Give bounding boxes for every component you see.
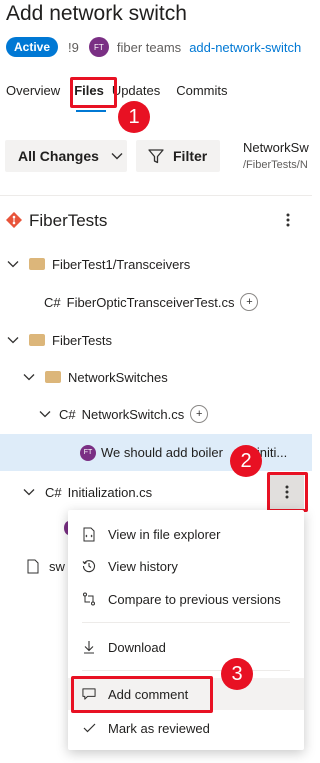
csharp-file-icon: C# (59, 406, 76, 422)
csharp-file-icon: C# (45, 484, 62, 500)
chevron-down-icon (7, 336, 19, 344)
callout-3: 3 (221, 658, 253, 690)
pr-meta: Active !9 FT fiber teams add-network-swi… (6, 36, 301, 58)
filter-label: Filter (173, 148, 208, 164)
menu-item-label: Download (108, 639, 166, 655)
checkmark-icon (82, 721, 96, 735)
highlight-box-files (70, 77, 117, 108)
chevron-down-icon (23, 373, 35, 381)
author-name[interactable]: fiber teams (117, 40, 181, 55)
chevron-down-icon (23, 488, 35, 496)
highlight-box-more-options (267, 472, 308, 512)
chevron-down-icon (39, 410, 51, 418)
add-comment-plus-icon[interactable]: + (240, 293, 259, 311)
chevron-down-icon (7, 260, 19, 268)
menu-item-compare-versions[interactable]: Compare to previous versions (68, 583, 304, 615)
menu-item-download[interactable]: Download (68, 631, 304, 663)
highlight-box-add-comment (71, 676, 213, 713)
menu-item-view-in-file-explorer[interactable]: View in file explorer (68, 518, 304, 550)
folder-icon (45, 371, 61, 383)
folder-label: NetworkSwitches (68, 369, 168, 385)
tree-file-networkswitch[interactable]: C# NetworkSwitch.cs + (0, 398, 312, 430)
comment-preview: We should add boiler (101, 445, 223, 460)
avatar: FT (80, 444, 96, 461)
file-path-title: NetworkSw (243, 140, 309, 155)
context-menu: View in file explorer View history Compa… (68, 510, 304, 750)
add-comment-plus-icon[interactable]: + (190, 405, 209, 423)
menu-item-label: View history (108, 558, 178, 574)
file-label: FiberOpticTransceiverTest.cs (66, 294, 235, 310)
tab-overview[interactable]: Overview (0, 84, 60, 108)
tree-file-partial[interactable]: sw (0, 550, 70, 582)
callout-1: 1 (118, 101, 150, 133)
compare-icon (82, 592, 96, 606)
repo-more-options-icon[interactable] (286, 212, 290, 228)
history-icon (82, 559, 96, 573)
divider (0, 195, 312, 196)
source-branch-link[interactable]: add-network-switch (189, 40, 301, 55)
tree-file-transceiver-test[interactable]: C# FiberOpticTransceiverTest.cs + (0, 286, 312, 318)
pr-number: !9 (68, 39, 79, 55)
tree-folder-networkswitches[interactable]: NetworkSwitches (0, 361, 312, 393)
avatar: FT (88, 37, 109, 57)
page-title: Add network switch (6, 2, 187, 25)
csharp-file-icon: C# (44, 294, 61, 310)
tree-comment-thread[interactable]: FT We should add boiler initi... (0, 434, 312, 471)
download-icon (82, 640, 96, 654)
menu-item-label: Compare to previous versions (108, 591, 281, 607)
filter-button[interactable]: Filter (136, 140, 220, 172)
status-badge: Active (6, 37, 59, 57)
git-repo-icon (6, 212, 22, 228)
tab-commits[interactable]: Commits (170, 84, 227, 108)
filter-icon (148, 148, 164, 164)
tree-folder-transceivers[interactable]: FiberTest1/Transceivers (0, 248, 312, 280)
menu-item-label: Mark as reviewed (108, 720, 210, 736)
folder-icon (29, 258, 45, 270)
file-label: NetworkSwitch.cs (81, 406, 185, 422)
file-explorer-icon (82, 527, 96, 541)
menu-item-mark-reviewed[interactable]: Mark as reviewed (68, 712, 304, 744)
all-changes-label: All Changes (18, 148, 99, 164)
menu-item-label: View in file explorer (108, 526, 221, 542)
folder-icon (29, 334, 45, 346)
menu-divider (82, 670, 290, 671)
tree-file-initialization[interactable]: C# Initialization.cs (0, 476, 312, 508)
file-icon (27, 559, 39, 574)
menu-divider (82, 622, 290, 623)
file-label: sw (49, 558, 65, 574)
file-path-sub: /FiberTests/N (243, 159, 308, 171)
menu-item-view-history[interactable]: View history (68, 550, 304, 582)
callout-2: 2 (230, 445, 262, 477)
chevron-down-icon (111, 152, 123, 160)
repo-name: FiberTests (29, 211, 108, 230)
folder-label: FiberTest1/Transceivers (52, 256, 191, 272)
tree-folder-fibertests[interactable]: FiberTests (0, 324, 312, 356)
folder-label: FiberTests (52, 332, 112, 348)
all-changes-dropdown[interactable]: All Changes (5, 140, 127, 172)
file-label: Initialization.cs (67, 484, 153, 500)
